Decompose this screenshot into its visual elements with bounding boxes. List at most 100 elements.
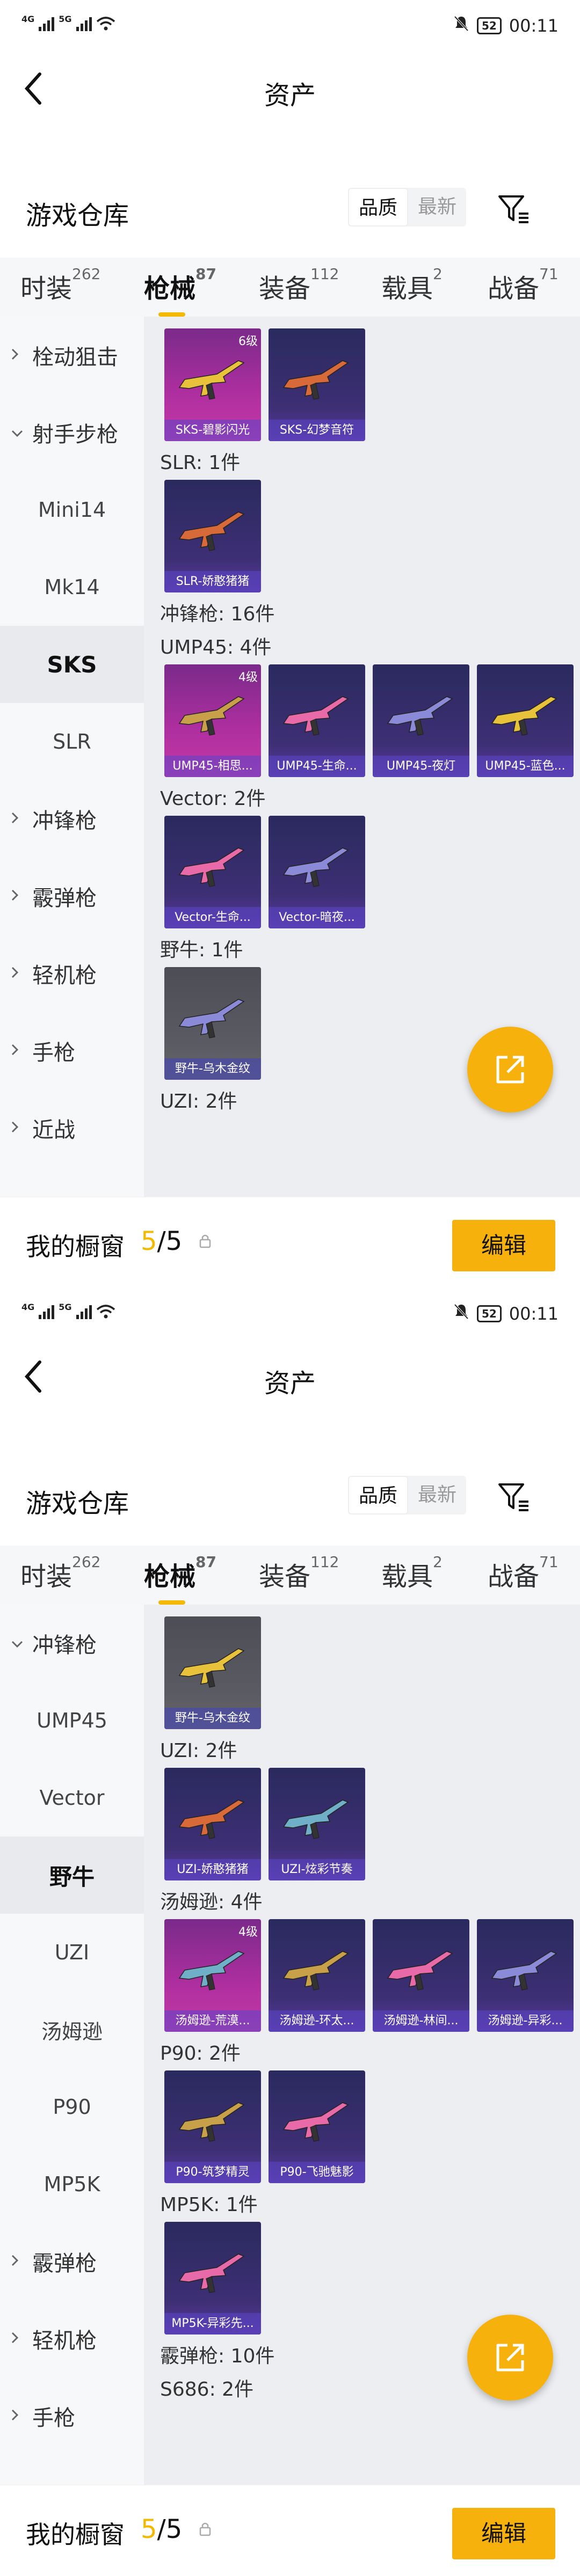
tab-fashion[interactable]: 时装262 (20, 1553, 100, 1593)
weapon-card[interactable]: SKS-幻梦音符 (269, 328, 365, 441)
chevron-right-icon (11, 347, 19, 364)
sidebar-item-label: Mk14 (44, 575, 100, 599)
edit-button[interactable]: 编辑 (452, 2508, 555, 2559)
tab-supplies[interactable]: 战备71 (488, 1553, 559, 1593)
weapon-card[interactable]: 汤姆逊-环太... (269, 1919, 365, 2032)
sidebar-item[interactable]: 射手步枪 (0, 394, 144, 471)
weapon-card[interactable]: P90-筑梦精灵 (164, 2070, 261, 2183)
weapon-name: Vector-生命... (164, 907, 261, 928)
sidebar-item[interactable]: 霰弹枪 (0, 858, 144, 935)
signal-icon-2 (76, 1303, 92, 1319)
wifi-icon (96, 16, 115, 31)
weapon-card[interactable]: MP5K-异彩先... (164, 2222, 261, 2334)
sidebar-item[interactable]: 冲锋枪 (0, 780, 144, 858)
wifi-icon (96, 1304, 115, 1319)
weapon-image (178, 999, 245, 1038)
weapon-category-sidebar: 栓动狙击 射手步枪 Mini14 Mk14 SKS SLR 冲锋枪 霰弹枪 轻机枪手枪近战 (0, 317, 144, 1202)
sidebar-item-label: 冲锋枪 (32, 1633, 97, 1658)
sidebar-item[interactable]: MP5K (0, 2146, 144, 2223)
weapon-name: UZI-炫彩节奏 (269, 1859, 365, 1880)
weapon-card[interactable]: UZI-炫彩节奏 (269, 1768, 365, 1880)
weapon-name: 野牛-乌木金纹 (164, 1708, 261, 1729)
filter-icon[interactable] (495, 1477, 533, 1514)
weapon-image (491, 696, 557, 736)
sidebar-item[interactable]: 栓动狙击 (0, 317, 144, 394)
tab-fashion[interactable]: 时装262 (20, 265, 100, 305)
weapon-card[interactable]: 野牛-乌木金纹 (164, 967, 261, 1080)
sidebar-item[interactable]: SLR (0, 703, 144, 780)
weapon-card[interactable]: 汤姆逊-异彩... (477, 1919, 574, 2032)
network-type-2: 5G (59, 1302, 72, 1312)
sidebar-item[interactable]: 冲锋枪 (0, 1605, 144, 1682)
sidebar-item[interactable]: UMP45 (0, 1682, 144, 1759)
sort-toggle: 品质 最新 (348, 1476, 466, 1514)
sidebar-item[interactable]: 霰弹枪 (0, 2223, 144, 2300)
tab-equipment[interactable]: 装备112 (259, 1553, 339, 1593)
weapon-card[interactable]: 野牛-乌木金纹 (164, 1616, 261, 1729)
sidebar-item[interactable]: 手枪 (0, 2377, 144, 2455)
sidebar-item[interactable]: UZI (0, 1914, 144, 1991)
share-button[interactable] (467, 2315, 553, 2401)
sidebar-item[interactable]: 近战 (0, 1089, 144, 1167)
sort-newest-button[interactable]: 最新 (408, 1476, 466, 1514)
sidebar-item-label: UMP45 (37, 1709, 107, 1732)
sort-toggle: 品质 最新 (348, 188, 466, 226)
weapon-card[interactable]: UMP45-夜灯 (373, 664, 469, 777)
weapon-name: UMP45-相思... (164, 756, 261, 777)
tab-firearms[interactable]: 枪械87 (144, 1553, 216, 1593)
tab-firearms[interactable]: 枪械87 (144, 265, 216, 305)
weapon-card[interactable]: UZI-娇憨猪猪 (164, 1768, 261, 1880)
sidebar-item[interactable]: SKS (0, 626, 144, 703)
tab-supplies[interactable]: 战备71 (488, 265, 559, 305)
weapon-image (491, 1951, 557, 1990)
weapon-card[interactable]: UMP45-蓝色... (477, 664, 574, 777)
sort-quality-button[interactable]: 品质 (348, 188, 408, 226)
mute-bell-icon (453, 15, 469, 36)
weapon-card[interactable]: SLR-娇憨猪猪 (164, 480, 261, 592)
sidebar-item[interactable]: Vector (0, 1759, 144, 1836)
tab-vehicles[interactable]: 载具2 (381, 1553, 443, 1593)
showcase-label: 我的橱窗 (26, 1232, 125, 1261)
status-left: 4G 5G (21, 1302, 115, 1319)
status-right: 52 00:11 (453, 15, 559, 36)
sidebar-item[interactable]: 轻机枪 (0, 2300, 144, 2377)
weapon-card[interactable]: P90-飞驰魅影 (269, 2070, 365, 2183)
tab-equipment[interactable]: 装备112 (259, 265, 339, 305)
weapon-row: 4级 汤姆逊-荒漠... 汤姆逊-环太... 汤姆逊-林间... 汤姆逊-异彩... (155, 1919, 580, 2032)
sidebar-item-label: 霰弹枪 (32, 2251, 97, 2276)
sort-newest-button[interactable]: 最新 (408, 188, 466, 226)
tab-vehicles[interactable]: 载具2 (381, 265, 443, 305)
level-badge: 4级 (238, 1926, 258, 1939)
sidebar-item-label: P90 (53, 2095, 91, 2119)
sidebar-item-label: Vector (39, 1786, 105, 1810)
sidebar-item-label: 手枪 (32, 1041, 75, 1065)
sidebar-item[interactable]: 汤姆逊 (0, 1991, 144, 2068)
weapon-card[interactable]: Vector-生命... (164, 816, 261, 928)
clock: 00:11 (509, 16, 559, 36)
weapon-card[interactable]: 汤姆逊-林间... (373, 1919, 469, 2032)
showcase-label: 我的橱窗 (26, 2520, 125, 2549)
weapon-name: 汤姆逊-林间... (373, 2010, 469, 2032)
sidebar-item[interactable]: Mk14 (0, 548, 144, 626)
share-button[interactable] (467, 1027, 553, 1113)
sidebar-item[interactable]: 野牛 (0, 1836, 144, 1914)
chevron-right-icon (11, 965, 19, 983)
edit-button[interactable]: 编辑 (452, 1220, 555, 1271)
sidebar-item[interactable]: 轻机枪 (0, 935, 144, 1012)
sort-quality-button[interactable]: 品质 (348, 1476, 408, 1514)
mute-bell-icon (453, 1303, 469, 1324)
sidebar-item[interactable]: 手枪 (0, 1012, 144, 1089)
weapon-card[interactable]: 4级 UMP45-相思... (164, 664, 261, 777)
weapon-card[interactable]: Vector-暗夜... (269, 816, 365, 928)
weapon-name: SLR-娇憨猪猪 (164, 571, 261, 592)
weapon-image (178, 847, 245, 887)
weapon-card[interactable]: UMP45-生命... (269, 664, 365, 777)
sidebar-item[interactable]: Mini14 (0, 471, 144, 548)
sidebar-item[interactable]: P90 (0, 2068, 144, 2146)
weapon-card[interactable]: 6级 SKS-碧影闪光 (164, 328, 261, 441)
weapon-card[interactable]: 4级汤姆逊-荒漠... (164, 1919, 261, 2032)
section-label: 汤姆逊: 4件 (160, 1891, 263, 1913)
signal-icon (39, 1303, 55, 1319)
filter-icon[interactable] (495, 189, 533, 226)
weapon-name: 汤姆逊-荒漠... (164, 2010, 261, 2032)
